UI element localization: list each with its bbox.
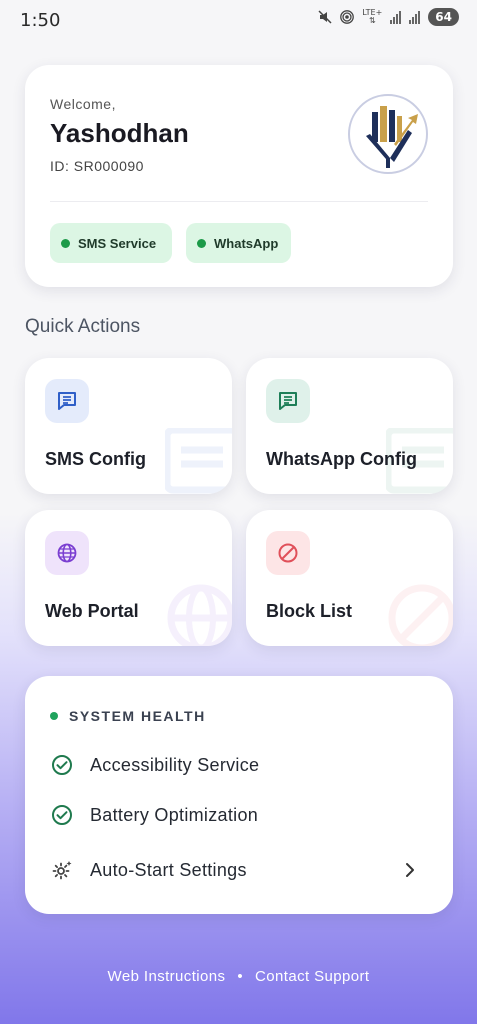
divider bbox=[50, 201, 428, 202]
globe-icon bbox=[45, 531, 89, 575]
status-time: 1:50 bbox=[20, 10, 61, 31]
action-label: Web Portal bbox=[45, 601, 139, 621]
action-label: Block List bbox=[266, 601, 353, 621]
whatsapp-config-card[interactable]: WhatsApp Config bbox=[246, 358, 453, 494]
footer-separator: • bbox=[237, 968, 244, 985]
welcome-text: Welcome, bbox=[50, 96, 116, 112]
battery-optimization-row[interactable]: Battery Optimization bbox=[50, 800, 428, 830]
status-dot bbox=[197, 238, 206, 248]
quick-actions-title: Quick Actions bbox=[25, 316, 141, 337]
web-portal-card[interactable]: Web Portal bbox=[25, 510, 232, 646]
message-watermark-icon bbox=[165, 428, 232, 494]
hotspot-icon bbox=[340, 10, 355, 24]
action-label: SMS Config bbox=[45, 449, 146, 469]
sms-config-card[interactable]: SMS Config bbox=[25, 358, 232, 494]
contact-support-link[interactable]: Contact Support bbox=[255, 968, 369, 985]
sms-service-chip: SMS Service bbox=[50, 223, 172, 263]
check-circle-icon bbox=[50, 803, 74, 827]
chevron-right-icon bbox=[406, 863, 414, 877]
block-watermark-icon bbox=[388, 584, 453, 646]
system-health-card: SYSTEM HEALTH Accessibility Service Batt… bbox=[25, 676, 453, 914]
signal-icon-2 bbox=[409, 10, 421, 24]
web-instructions-link[interactable]: Web Instructions bbox=[108, 968, 226, 985]
system-health-title: SYSTEM HEALTH bbox=[69, 708, 206, 724]
block-icon bbox=[266, 531, 310, 575]
auto-start-settings-row[interactable]: Auto-Start Settings bbox=[50, 855, 428, 885]
health-item-label: Battery Optimization bbox=[90, 804, 259, 825]
message-icon bbox=[45, 379, 89, 423]
action-label: WhatsApp Config bbox=[266, 449, 417, 469]
status-dot bbox=[61, 238, 70, 248]
check-circle-icon bbox=[50, 753, 74, 777]
chip-label: SMS Service bbox=[78, 235, 157, 251]
health-item-label: Accessibility Service bbox=[90, 754, 260, 775]
profile-card: Welcome, Yashodhan ID: SR000090 SMS Serv… bbox=[25, 65, 453, 287]
status-icons: LTE+ ⇅ 64 bbox=[318, 8, 459, 26]
user-name: Yashodhan bbox=[50, 118, 189, 148]
company-logo bbox=[348, 94, 428, 174]
message-icon bbox=[266, 379, 310, 423]
gear-icon bbox=[50, 858, 74, 882]
chip-label: WhatsApp bbox=[214, 235, 279, 251]
health-item-label: Auto-Start Settings bbox=[90, 859, 247, 880]
status-bar: 1:50 LTE+ ⇅ 64 bbox=[0, 0, 477, 40]
whatsapp-service-chip: WhatsApp bbox=[186, 223, 291, 263]
network-indicator: LTE+ ⇅ bbox=[362, 8, 383, 25]
user-id: ID: SR000090 bbox=[50, 158, 144, 174]
mute-icon bbox=[318, 10, 332, 24]
globe-watermark-icon bbox=[167, 584, 232, 646]
footer: Web Instructions • Contact Support bbox=[0, 968, 477, 985]
accessibility-service-row[interactable]: Accessibility Service bbox=[50, 750, 428, 780]
block-list-card[interactable]: Block List bbox=[246, 510, 453, 646]
health-status-dot bbox=[50, 712, 58, 720]
battery-badge: 64 bbox=[428, 8, 459, 26]
signal-icon bbox=[390, 10, 402, 24]
